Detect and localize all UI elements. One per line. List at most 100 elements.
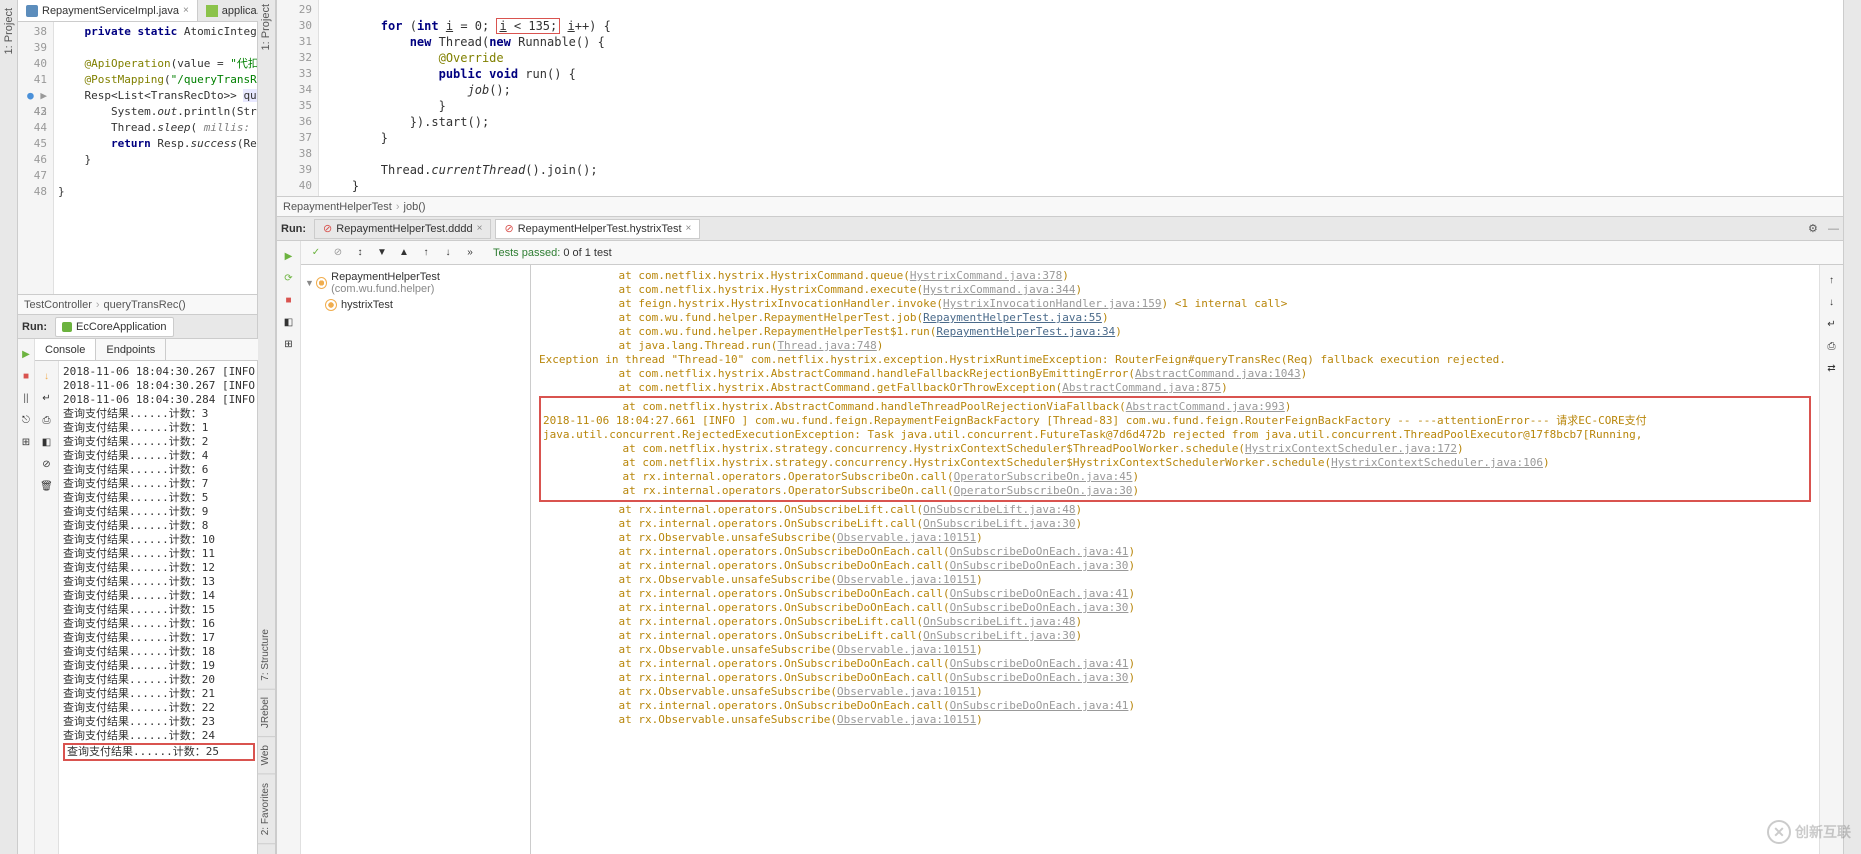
print-button[interactable]: ⎙: [39, 412, 55, 428]
clear-button[interactable]: ⊘: [39, 456, 55, 472]
code-line[interactable]: public void run() {: [323, 66, 1839, 82]
gutter-line[interactable]: 38: [18, 24, 47, 40]
gutter-line[interactable]: 33: [277, 66, 312, 82]
code-line[interactable]: new Thread(new Runnable() {: [323, 34, 1839, 50]
print-button[interactable]: ⎙: [1824, 338, 1840, 354]
code-line[interactable]: Thread.sleep( millis: 500): [58, 120, 253, 136]
gutter-line[interactable]: 30: [277, 18, 312, 34]
exit-button[interactable]: ⎋: [18, 412, 34, 428]
stacktrace-line[interactable]: at rx.internal.operators.OnSubscribeDoOn…: [539, 545, 1811, 559]
stacktrace-line[interactable]: at com.netflix.hystrix.HystrixCommand.qu…: [539, 269, 1811, 283]
rerun-button[interactable]: ▶: [18, 346, 34, 362]
console-line-highlighted[interactable]: 查询支付结果......计数：25: [63, 743, 255, 761]
console-line[interactable]: 查询支付结果......计数：16: [63, 617, 255, 631]
gutter-line[interactable]: 36: [277, 114, 312, 130]
endpoints-tab[interactable]: Endpoints: [96, 339, 166, 360]
minimize-icon[interactable]: —: [1828, 223, 1839, 235]
gutter-line[interactable]: 43: [18, 104, 47, 120]
gutter-line[interactable]: 31: [277, 34, 312, 50]
stacktrace-line[interactable]: at java.lang.Thread.run(Thread.java:748): [539, 339, 1811, 353]
stacktrace-line[interactable]: at rx.internal.operators.OnSubscribeLift…: [539, 615, 1811, 629]
left-breadcrumb[interactable]: TestController › queryTransRec(): [18, 294, 257, 314]
code-line[interactable]: [58, 40, 253, 56]
close-icon[interactable]: ×: [183, 5, 189, 16]
stacktrace-line[interactable]: at rx.internal.operators.OnSubscribeDoOn…: [539, 671, 1811, 685]
stacktrace-line[interactable]: at rx.internal.operators.OnSubscribeDoOn…: [539, 559, 1811, 573]
gutter-line[interactable]: ● ▶ 42: [18, 88, 47, 104]
gutter-line[interactable]: 39: [18, 40, 47, 56]
stacktrace-line[interactable]: at rx.Observable.unsafeSubscribe(Observa…: [539, 573, 1811, 587]
stacktrace-line[interactable]: at rx.internal.operators.OnSubscribeDoOn…: [539, 601, 1811, 615]
stacktrace-line[interactable]: at rx.internal.operators.OnSubscribeLift…: [539, 517, 1811, 531]
code-line[interactable]: }: [58, 184, 253, 200]
console-line[interactable]: 查询支付结果......计数：18: [63, 645, 255, 659]
trash-button[interactable]: 🗑: [39, 478, 55, 494]
test-output[interactable]: at com.netflix.hystrix.HystrixCommand.qu…: [531, 265, 1819, 854]
jrebel-tab[interactable]: JRebel: [258, 689, 275, 737]
console-line[interactable]: 查询支付结果......计数：3: [63, 407, 255, 421]
gutter-line[interactable]: 46: [18, 152, 47, 168]
gutter-line[interactable]: 48: [18, 184, 47, 200]
next-button[interactable]: ↓: [440, 245, 456, 261]
gear-icon[interactable]: ⚙: [1808, 222, 1822, 236]
console-line[interactable]: 查询支付结果......计数：20: [63, 673, 255, 687]
code-line[interactable]: }: [323, 178, 1839, 194]
gutter-line[interactable]: 39: [277, 162, 312, 178]
right-code[interactable]: for (int i = 0; i < 135; i++) { new Thre…: [319, 0, 1843, 196]
console-line[interactable]: 查询支付结果......计数：14: [63, 589, 255, 603]
console-line[interactable]: 查询支付结果......计数：17: [63, 631, 255, 645]
scroll-to-end-button[interactable]: ↓: [39, 368, 55, 384]
left-editor[interactable]: 38394041● ▶ 42434445464748 private stati…: [18, 22, 257, 294]
stacktrace-line[interactable]: at rx.internal.operators.OnSubscribeDoOn…: [539, 699, 1811, 713]
stacktrace-line[interactable]: Exception in thread "Thread-10" com.netf…: [539, 353, 1811, 367]
gutter-line[interactable]: 29: [277, 2, 312, 18]
test-tab-hystrix[interactable]: ⊘ RepaymentHelperTest.hystrixTest ×: [495, 219, 700, 239]
code-line[interactable]: [323, 146, 1839, 162]
pause-button[interactable]: ||: [18, 390, 34, 406]
gutter-line[interactable]: 40: [277, 178, 312, 194]
stacktrace-line[interactable]: at rx.Observable.unsafeSubscribe(Observa…: [539, 713, 1811, 727]
stacktrace-line[interactable]: at rx.internal.operators.OnSubscribeLift…: [539, 503, 1811, 517]
gutter-line[interactable]: 44: [18, 120, 47, 136]
prev-button[interactable]: ↑: [418, 245, 434, 261]
tree-child[interactable]: hystrixTest: [305, 297, 526, 313]
code-line[interactable]: @ApiOperation(value = "代扣结: [58, 56, 253, 72]
code-line[interactable]: Thread.currentThread().join();: [323, 162, 1839, 178]
stacktrace-line[interactable]: at rx.Observable.unsafeSubscribe(Observa…: [539, 685, 1811, 699]
scroll-button[interactable]: ↑: [1824, 272, 1840, 288]
console-line[interactable]: 查询支付结果......计数：6: [63, 463, 255, 477]
show-passed-button[interactable]: ✓: [308, 245, 324, 261]
console-line[interactable]: 查询支付结果......计数：13: [63, 575, 255, 589]
console-line[interactable]: 查询支付结果......计数：21: [63, 687, 255, 701]
run-config-tab[interactable]: EcCoreApplication: [55, 317, 174, 337]
stacktrace-line[interactable]: at rx.Observable.unsafeSubscribe(Observa…: [539, 643, 1811, 657]
project-tab-mid[interactable]: 1: Project: [258, 0, 275, 54]
stacktrace-line[interactable]: at com.netflix.hystrix.AbstractCommand.g…: [539, 381, 1811, 395]
code-line[interactable]: @PostMapping("/queryTransRe: [58, 72, 253, 88]
scroll-down-button[interactable]: ↓: [1824, 294, 1840, 310]
console-line[interactable]: 查询支付结果......计数：9: [63, 505, 255, 519]
close-icon[interactable]: ×: [686, 223, 692, 234]
right-editor-area[interactable]: 293031323334353637383940 for (int i = 0;…: [277, 0, 1843, 196]
code-line[interactable]: @Override: [323, 50, 1839, 66]
stacktrace-line[interactable]: at com.netflix.hystrix.AbstractCommand.h…: [543, 400, 1807, 414]
console-tab[interactable]: Console: [35, 339, 96, 360]
console-line[interactable]: 查询支付结果......计数：10: [63, 533, 255, 547]
camera-button[interactable]: ◧: [281, 314, 297, 330]
gutter-line[interactable]: 47: [18, 168, 47, 184]
stacktrace-line[interactable]: at com.netflix.hystrix.strategy.concurre…: [543, 442, 1807, 456]
console-line[interactable]: 查询支付结果......计数：1: [63, 421, 255, 435]
console-line[interactable]: 查询支付结果......计数：15: [63, 603, 255, 617]
right-breadcrumb[interactable]: RepaymentHelperTest › job(): [277, 196, 1843, 216]
console-line[interactable]: 查询支付结果......计数：19: [63, 659, 255, 673]
code-line[interactable]: private static AtomicIntege: [58, 24, 253, 40]
gutter-line[interactable]: 38: [277, 146, 312, 162]
camera-button[interactable]: ◧: [39, 434, 55, 450]
stacktrace-line[interactable]: at com.netflix.hystrix.HystrixCommand.ex…: [539, 283, 1811, 297]
test-tab-dddd[interactable]: ⊘ RepaymentHelperTest.dddd ×: [314, 219, 491, 239]
tab-repayment-service-impl[interactable]: RepaymentServiceImpl.java ×: [18, 0, 198, 21]
stacktrace-line[interactable]: at com.netflix.hystrix.AbstractCommand.h…: [539, 367, 1811, 381]
stacktrace-line[interactable]: java.util.concurrent.RejectedExecutionEx…: [543, 428, 1807, 442]
close-icon[interactable]: ×: [477, 223, 483, 234]
console-line[interactable]: 查询支付结果......计数：23: [63, 715, 255, 729]
